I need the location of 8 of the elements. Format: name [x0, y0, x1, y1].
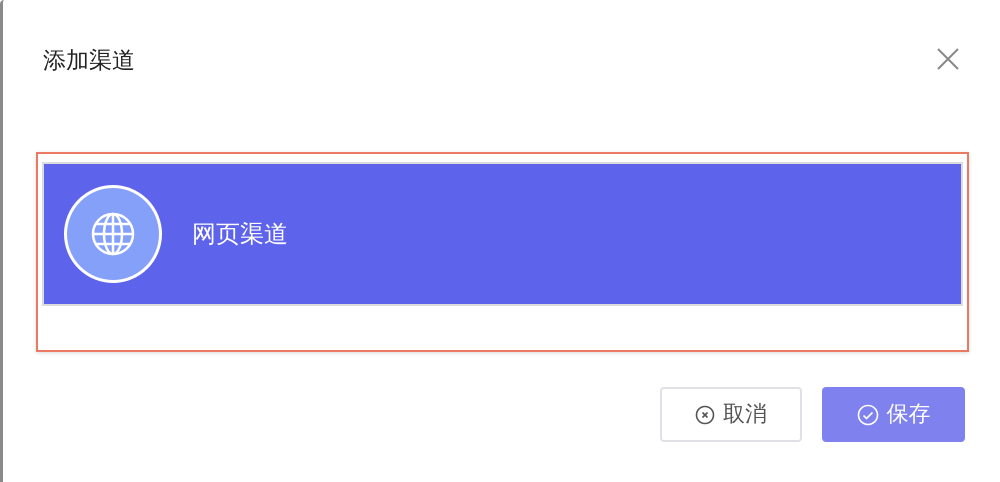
check-icon: [856, 404, 878, 426]
channel-label: 网页渠道: [192, 219, 288, 250]
channel-option[interactable]: 网页渠道: [42, 162, 963, 306]
save-button[interactable]: 保存: [822, 387, 965, 442]
cancel-icon: [695, 404, 715, 424]
close-icon[interactable]: [937, 46, 959, 68]
cancel-button[interactable]: 取消: [660, 387, 802, 442]
dialog-title: 添加渠道: [43, 47, 135, 76]
